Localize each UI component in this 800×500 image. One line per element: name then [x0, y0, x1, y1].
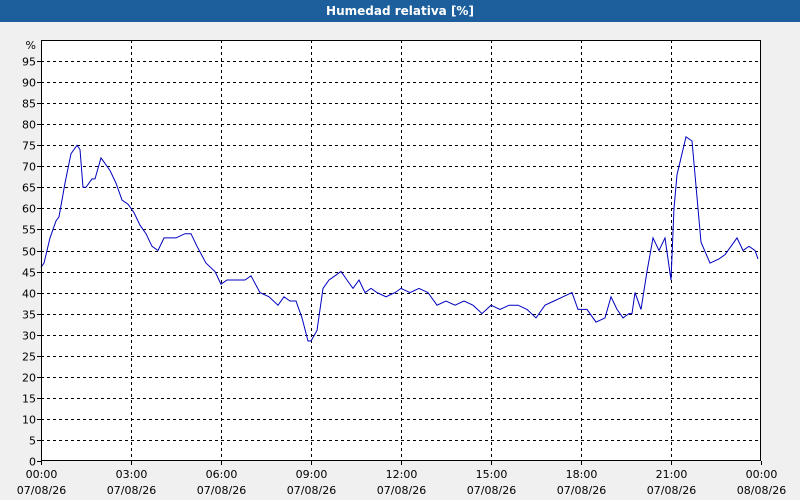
y-tick-label: 0 [29, 456, 36, 469]
x-tick-date-label: 07/08/26 [197, 484, 246, 497]
x-tick-time-label: 09:00 [296, 468, 328, 481]
y-tick-label: 75 [22, 140, 36, 153]
humidity-chart: 0 5 10 15 20 25 30 35 40 45 50 55 60 65 70 75 80 85 90 95 0… [0, 22, 800, 500]
chart-title: Humedad relativa [%] [0, 0, 800, 23]
y-tick-label: 85 [22, 98, 36, 111]
y-tick-label: 95 [22, 56, 36, 69]
y-tick-label: 15 [22, 393, 36, 406]
x-tick-date-label: 08/08/26 [737, 484, 786, 497]
y-tick-label: 55 [22, 224, 36, 237]
x-tick-date-label: 07/08/26 [557, 484, 606, 497]
y-tick-label: 25 [22, 351, 36, 364]
x-tick-time-label: 00:00 [746, 468, 778, 481]
x-tick-time-label: 12:00 [386, 468, 418, 481]
x-tick-time-label: 06:00 [206, 468, 238, 481]
y-tick-label: 80 [22, 119, 36, 132]
x-tick-date-label: 07/08/26 [377, 484, 426, 497]
y-tick-label: 5 [29, 435, 36, 448]
x-tick-date-label: 07/08/26 [467, 484, 516, 497]
x-tick-date-label: 07/08/26 [107, 484, 156, 497]
x-tick-time-label: 03:00 [116, 468, 148, 481]
x-tick-time-label: 18:00 [566, 468, 598, 481]
y-tick-label: 50 [22, 246, 36, 259]
y-tick-label: 70 [22, 161, 36, 174]
y-tick-label: 40 [22, 288, 36, 301]
y-tick-label: 20 [22, 372, 36, 385]
y-tick-label: 30 [22, 330, 36, 343]
x-tick-time-label: 15:00 [476, 468, 508, 481]
x-tick-date-label: 07/08/26 [17, 484, 66, 497]
y-tick-label: 10 [22, 414, 36, 427]
x-tick-time-label: 00:00 [26, 468, 58, 481]
y-tick-label: 45 [22, 267, 36, 280]
y-tick-label: 90 [22, 77, 36, 90]
y-axis-label: % [26, 39, 36, 52]
y-tick-label: 65 [22, 182, 36, 195]
y-tick-label: 60 [22, 203, 36, 216]
x-tick-time-label: 21:00 [656, 468, 688, 481]
y-tick-label: 35 [22, 309, 36, 322]
x-tick-date-label: 07/08/26 [647, 484, 696, 497]
x-tick-date-label: 07/08/26 [287, 484, 336, 497]
